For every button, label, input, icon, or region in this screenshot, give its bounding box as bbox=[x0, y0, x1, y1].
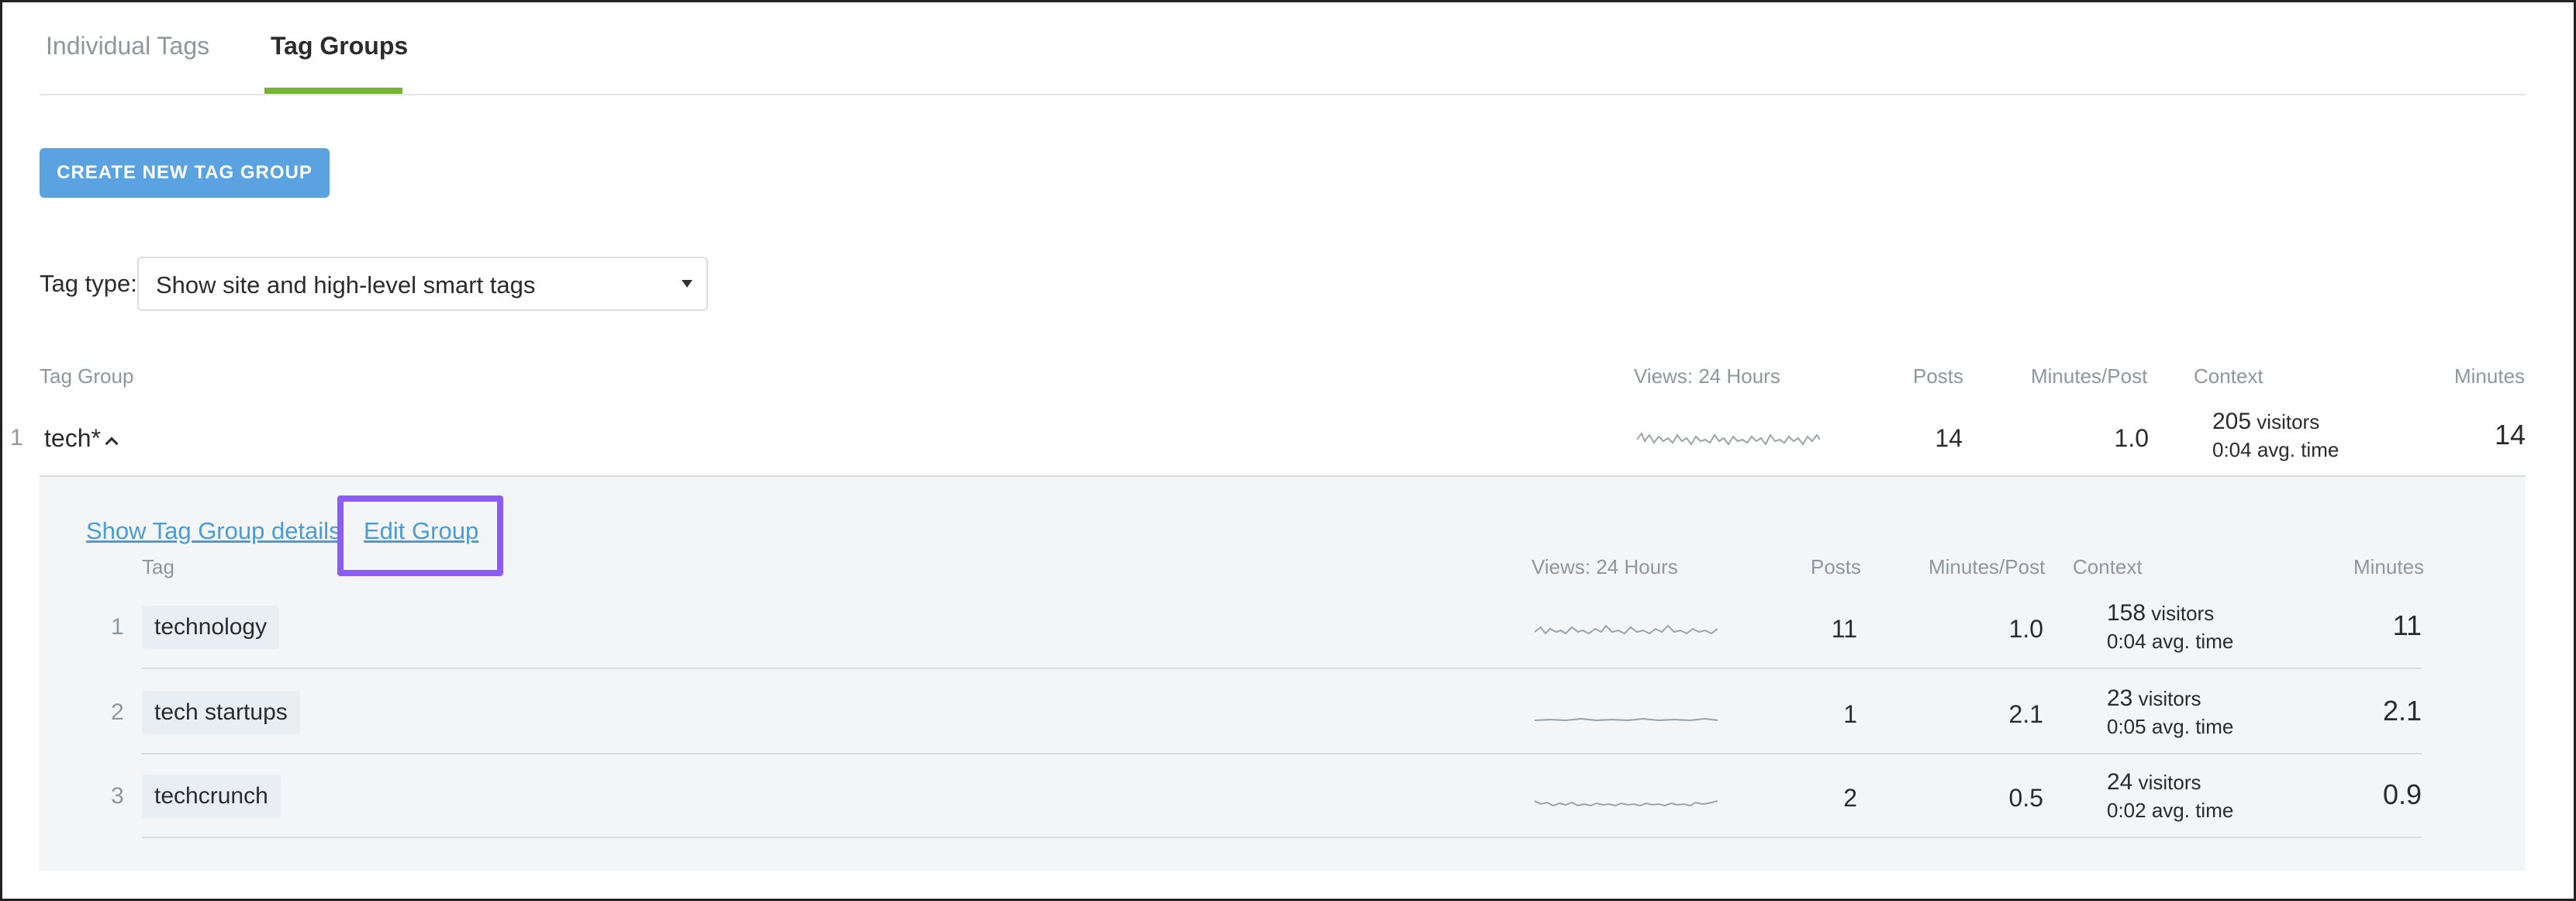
create-new-tag-group-button[interactable]: CREATE NEW TAG GROUP bbox=[40, 148, 330, 198]
header-posts: Posts bbox=[1913, 364, 1964, 388]
tab-tag-groups[interactable]: Tag Groups bbox=[271, 30, 408, 61]
tag-minutes-post: 0.5 bbox=[2008, 784, 2043, 812]
panel-header-posts: Posts bbox=[1811, 555, 1862, 578]
group-rank: 1 bbox=[10, 425, 23, 450]
tag-type-select[interactable]: Show site and high-level smart tags bbox=[137, 257, 708, 311]
edit-group-highlight bbox=[337, 495, 503, 576]
group-minutes: 14 bbox=[2494, 419, 2526, 450]
group-posts: 14 bbox=[1935, 424, 1963, 452]
tag-rank: 3 bbox=[111, 783, 124, 809]
tag-type-selected-value: Show site and high-level smart tags bbox=[156, 271, 536, 299]
tag-chip[interactable]: technology bbox=[142, 606, 280, 649]
show-tag-group-details-link[interactable]: Show Tag Group details bbox=[86, 516, 341, 547]
tag-posts: 2 bbox=[1843, 784, 1857, 812]
app-frame: Individual Tags Tag Groups CREATE NEW TA… bbox=[0, 0, 2576, 901]
row-divider bbox=[142, 753, 2422, 754]
tag-minutes-post: 2.1 bbox=[2008, 700, 2043, 728]
panel-header-context: Context bbox=[2073, 555, 2143, 578]
panel-header-views: Views: 24 Hours bbox=[1531, 555, 1678, 578]
tag-avg-time: 0:04 avg. time bbox=[2107, 630, 2234, 653]
panel-header-minutes-post: Minutes/Post bbox=[1929, 555, 2046, 578]
tag-rank: 2 bbox=[111, 699, 124, 725]
panel-header-tag: Tag bbox=[142, 555, 174, 578]
tag-chip[interactable]: tech startups bbox=[142, 691, 300, 734]
group-visitors-count: 205 bbox=[2212, 409, 2252, 434]
tag-context: 23 visitors 0:05 avg. time bbox=[2107, 685, 2233, 740]
sparkline-series bbox=[1637, 431, 1820, 446]
tag-visitors-count: 24 bbox=[2107, 769, 2133, 795]
tag-minutes: 11 bbox=[2392, 609, 2422, 641]
group-visitors-word: visitors bbox=[2257, 410, 2320, 433]
tag-posts: 1 bbox=[1843, 700, 1857, 728]
tag-visitors: 158 visitors bbox=[2107, 599, 2233, 627]
row-divider bbox=[142, 837, 2422, 838]
panel-header-minutes: Minutes bbox=[2353, 555, 2425, 578]
tag-type-label: Tag type: bbox=[40, 270, 137, 297]
tag-context: 24 visitors 0:02 avg. time bbox=[2107, 768, 2233, 824]
tag-views-sparkline bbox=[1535, 624, 1718, 635]
group-name: tech* bbox=[44, 424, 101, 452]
tag-visitors: 23 visitors bbox=[2107, 685, 2233, 713]
tag-minutes: 0.9 bbox=[2382, 778, 2422, 810]
sparkline-series bbox=[1535, 800, 1718, 807]
group-visitors: 205 visitors bbox=[2212, 408, 2339, 436]
tag-visitors-word: visitors bbox=[2138, 771, 2201, 794]
header-minutes-post: Minutes/Post bbox=[2031, 364, 2148, 388]
header-context: Context bbox=[2194, 364, 2263, 388]
tag-avg-time: 0:05 avg. time bbox=[2107, 715, 2234, 738]
tag-context: 158 visitors 0:04 avg. time bbox=[2107, 599, 2233, 655]
tab-bar: Individual Tags Tag Groups bbox=[40, 2, 2526, 95]
tag-chip[interactable]: techcrunch bbox=[142, 775, 281, 818]
tag-visitors: 24 visitors bbox=[2107, 768, 2233, 796]
group-minutes-post: 1.0 bbox=[2114, 424, 2149, 452]
tag-views-sparkline bbox=[1535, 717, 1718, 722]
tag-posts: 11 bbox=[1831, 615, 1857, 643]
tab-individual-tags[interactable]: Individual Tags bbox=[46, 30, 209, 61]
group-context: 205 visitors 0:04 avg. time bbox=[2212, 408, 2339, 464]
group-avg-time: 0:04 avg. time bbox=[2212, 438, 2339, 461]
tag-visitors-count: 158 bbox=[2107, 600, 2146, 626]
tag-rank: 1 bbox=[111, 614, 124, 640]
tag-visitors-word: visitors bbox=[2151, 602, 2215, 625]
header-minutes: Minutes bbox=[2454, 364, 2526, 388]
group-views-sparkline bbox=[1637, 431, 1820, 446]
sparkline-series bbox=[1535, 624, 1718, 635]
tag-visitors-word: visitors bbox=[2138, 687, 2201, 710]
header-views: Views: 24 Hours bbox=[1634, 364, 1780, 388]
header-tag-group: Tag Group bbox=[40, 364, 134, 388]
tag-avg-time: 0:02 avg. time bbox=[2107, 799, 2234, 822]
tag-views-sparkline bbox=[1535, 800, 1718, 807]
tag-visitors-count: 23 bbox=[2107, 685, 2133, 711]
tag-minutes: 2.1 bbox=[2382, 695, 2422, 727]
caret-down-icon bbox=[682, 280, 692, 288]
chevron-up-icon bbox=[105, 437, 119, 450]
sparkline-series bbox=[1535, 717, 1718, 722]
row-divider bbox=[142, 668, 2422, 669]
active-tab-indicator bbox=[264, 88, 402, 94]
tag-minutes-post: 1.0 bbox=[2008, 615, 2043, 643]
group-name-toggle[interactable]: tech* bbox=[44, 423, 119, 454]
